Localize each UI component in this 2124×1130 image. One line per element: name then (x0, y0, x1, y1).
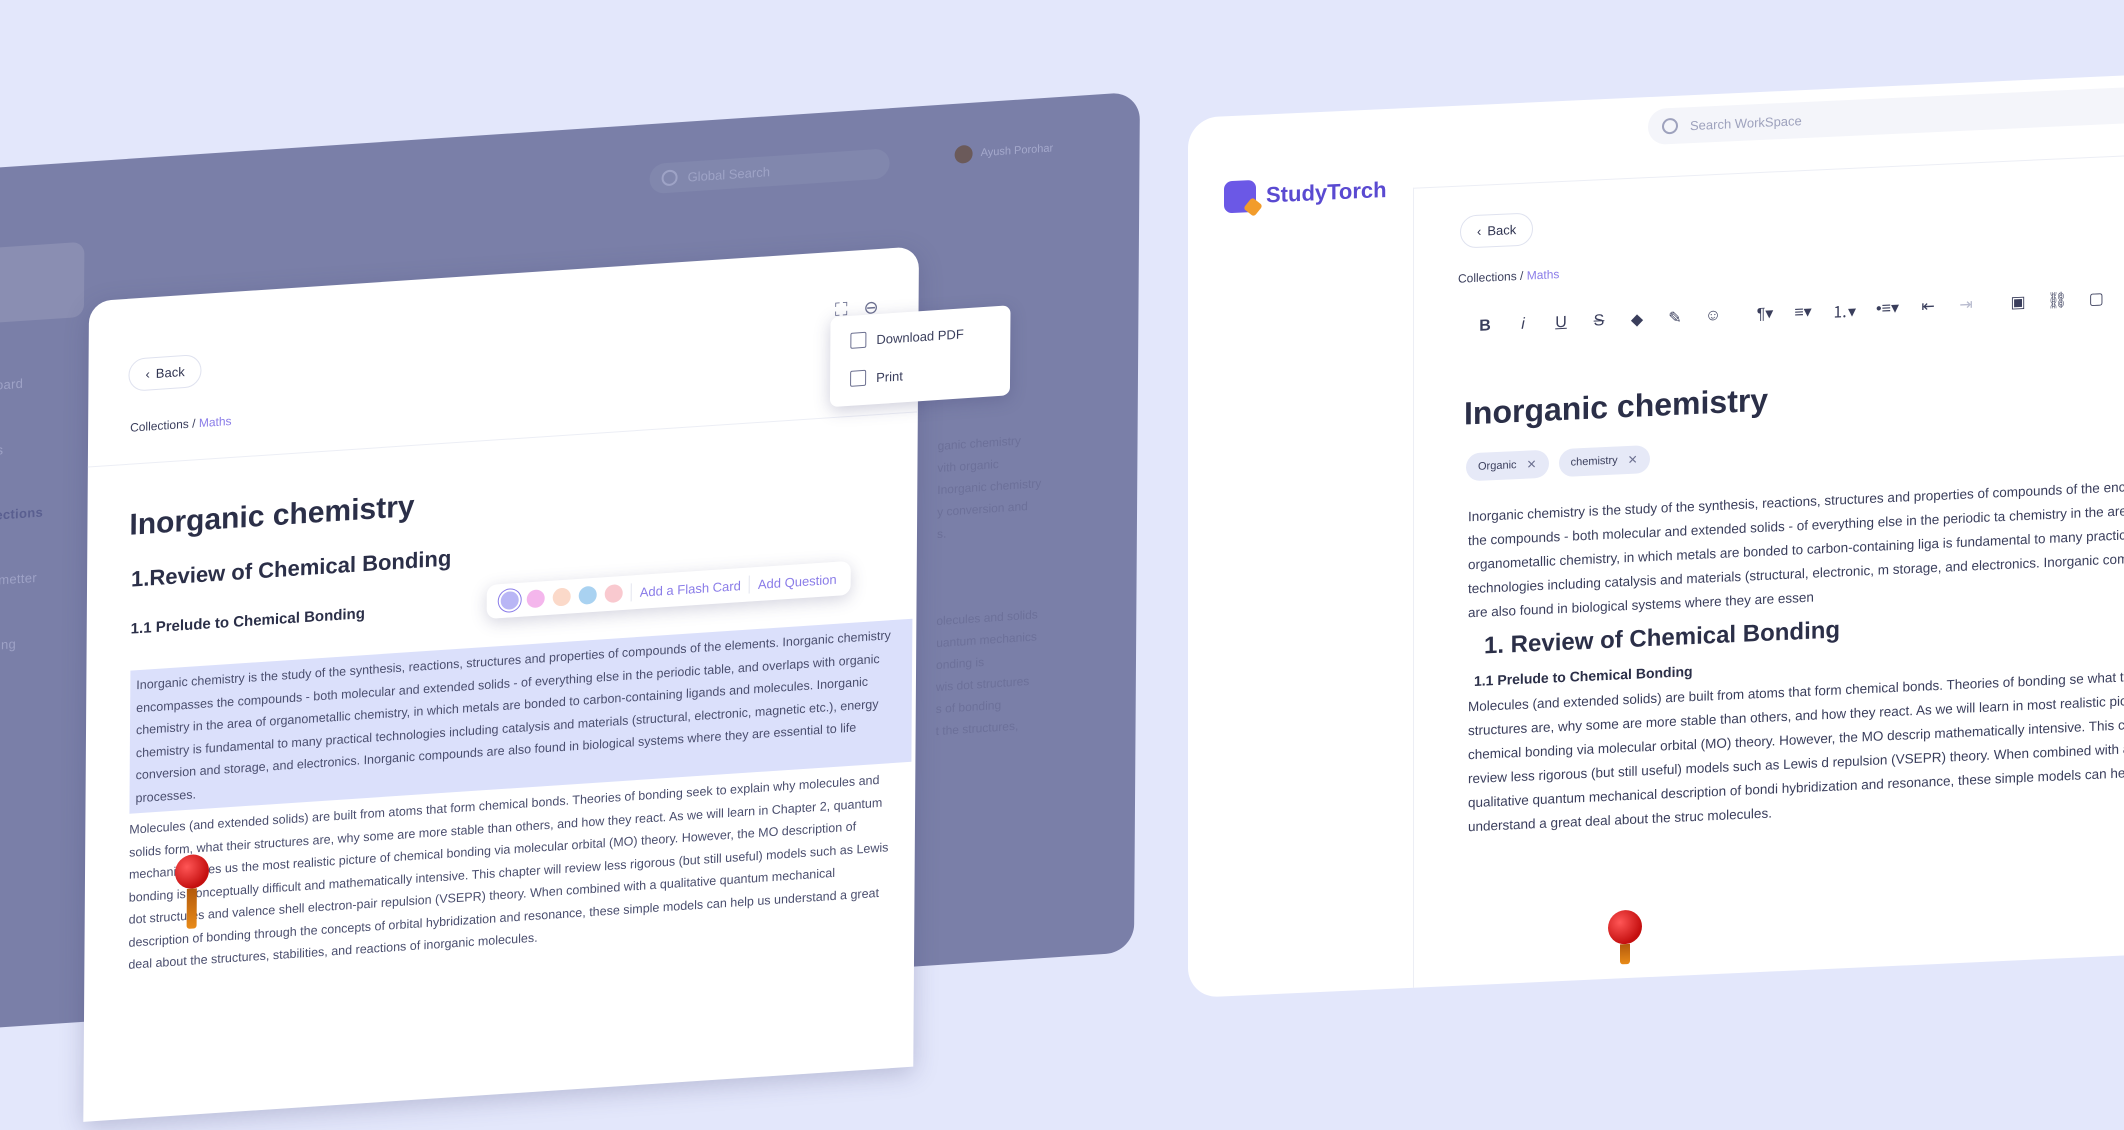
print-icon (850, 369, 867, 387)
divider (748, 575, 750, 594)
sidebar-item-dashboard[interactable]: board (0, 374, 44, 393)
chevron-left-icon: ‹ (1477, 223, 1482, 239)
download-icon (850, 331, 867, 349)
highlight-color-pink[interactable] (526, 589, 545, 609)
subsection-heading: 1.1 Prelude to Chemical Bonding (130, 605, 365, 638)
brand-name: StudyTorch (1266, 176, 1387, 208)
search-placeholder: Search WorkSpace (1690, 112, 1802, 133)
studytorch-logo-icon (1224, 179, 1256, 214)
search-icon (661, 169, 678, 187)
strikethrough-button[interactable]: S (1590, 312, 1608, 331)
background-text-1: ganic chemistry vith organic Inorganic ch… (936, 433, 1042, 542)
user-name: Ayush Porohar (980, 142, 1054, 160)
page-title: Inorganic chemistry (129, 489, 415, 542)
highlight-icon[interactable]: ✎ (1666, 307, 1684, 328)
avatar (954, 144, 973, 164)
sidebar-nav: board rts llections mmetter ming (0, 374, 44, 703)
emoji-icon[interactable]: ☺ (1704, 307, 1722, 326)
highlight-color-purple[interactable] (500, 590, 519, 611)
ordered-list-dropdown[interactable]: ⒈▾ (1832, 298, 1856, 323)
breadcrumb-collections[interactable]: Collections (1458, 269, 1517, 286)
sidebar-item-charts[interactable]: rts (0, 439, 44, 458)
sidebar-item-collections[interactable]: llections (0, 504, 43, 523)
outdent-icon[interactable]: ⇤ (1919, 296, 1937, 317)
file-icon[interactable]: ▢ (2087, 288, 2105, 309)
underline-button[interactable]: U (1552, 314, 1570, 333)
chevron-left-icon: ‹ (145, 366, 150, 382)
add-question-button[interactable]: Add Question (758, 571, 837, 591)
close-icon[interactable]: ✕ (1628, 453, 1638, 467)
italic-button[interactable]: i (1514, 315, 1532, 334)
text-color-icon[interactable]: ◆ (1628, 309, 1646, 330)
pin-decoration (1608, 909, 1644, 991)
tag-chemistry[interactable]: chemistry ✕ (1558, 445, 1650, 478)
right-app-window: StudyTorch Search WorkSpace ‹ Back Colle… (1188, 72, 2124, 998)
highlight-color-peach[interactable] (552, 587, 571, 607)
highlight-color-blue[interactable] (578, 585, 597, 605)
options-menu: Download PDF Print (829, 305, 1011, 408)
back-button[interactable]: ‹ Back (1460, 212, 1534, 249)
pin-decoration (174, 853, 212, 935)
search-placeholder: Global Search (687, 163, 771, 185)
back-button[interactable]: ‹ Back (128, 353, 202, 392)
bullet-list-dropdown[interactable]: •≡▾ (1876, 298, 1899, 319)
section-heading: 1.Review of Chemical Bonding (130, 545, 452, 592)
paragraph-dropdown[interactable]: ¶▾ (1756, 303, 1774, 324)
close-icon[interactable]: ✕ (1527, 457, 1537, 471)
sidebar-item-scheduler[interactable]: mmetter (0, 570, 43, 588)
document-viewer: ‹ Back ⛶ ⊖ Collections / Maths Inorganic… (83, 246, 919, 1122)
breadcrumb-maths[interactable]: Maths (199, 414, 232, 430)
bold-button[interactable]: B (1476, 317, 1494, 336)
breadcrumb-maths[interactable]: Maths (1527, 267, 1560, 282)
divider (630, 583, 632, 602)
highlight-color-rose[interactable] (604, 583, 623, 604)
image-icon[interactable]: ▣ (2009, 292, 2027, 313)
sidebar-card (0, 241, 85, 326)
divider (1413, 187, 1414, 988)
indent-icon[interactable]: ⇥ (1957, 294, 1975, 315)
left-app-window: board rts llections mmetter ming Global … (0, 91, 1140, 1122)
align-dropdown[interactable]: ≡▾ (1794, 302, 1812, 323)
search-icon (1662, 117, 1678, 135)
sidebar-item-learning[interactable]: ming (0, 635, 42, 653)
breadcrumb-collections[interactable]: Collections (130, 417, 189, 435)
background-text-2: olecules and solids uantum mechanics ondi… (935, 607, 1038, 739)
link-icon[interactable]: ⛓ (2047, 290, 2067, 311)
breadcrumb: Collections / Maths (130, 413, 232, 435)
add-flash-card-button[interactable]: Add a Flash Card (640, 578, 741, 600)
selection-toolbar: Add a Flash Card Add Question (486, 560, 851, 620)
tag-organic[interactable]: Organic ✕ (1466, 449, 1549, 482)
